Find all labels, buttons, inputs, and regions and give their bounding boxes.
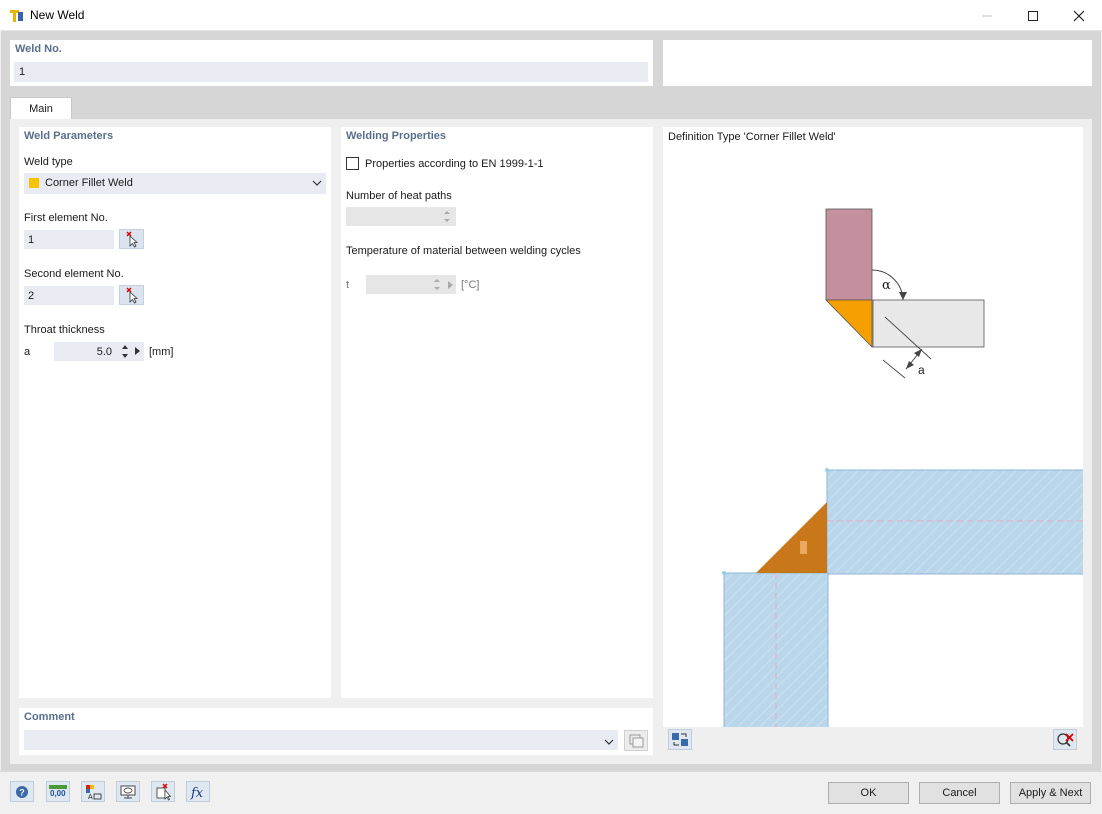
window-title: New Weld <box>30 8 85 22</box>
minimize-button[interactable] <box>964 0 1010 31</box>
comment-label: Comment <box>24 711 75 723</box>
throat-thickness-label: Throat thickness <box>24 324 105 336</box>
weld-no-label: Weld No. <box>15 43 62 55</box>
heat-paths-input[interactable] <box>346 207 456 226</box>
app-icon <box>9 8 25 24</box>
temperature-input[interactable] <box>366 275 456 294</box>
view-button[interactable] <box>116 781 140 802</box>
a-label: a <box>918 363 925 377</box>
units-button[interactable]: 0,00 <box>46 781 70 802</box>
pick-object-button[interactable] <box>151 781 175 802</box>
svg-text:A: A <box>88 794 93 801</box>
formula-button[interactable]: fx <box>186 781 210 802</box>
cancel-button[interactable]: Cancel <box>919 782 1000 804</box>
weld-preview-view[interactable] <box>663 427 1083 727</box>
clear-selection-button[interactable] <box>1053 729 1077 750</box>
refresh-view-icon <box>672 733 688 746</box>
display-properties-button[interactable]: A <box>81 781 105 802</box>
first-element-label: First element No. <box>24 212 108 224</box>
pick-object-icon <box>156 783 172 800</box>
temperature-unit: [°C] <box>461 279 480 291</box>
definition-panel: Definition Type 'Corner Fillet Weld' α a <box>663 127 1083 427</box>
copy-icon <box>629 734 644 748</box>
view-swap-button[interactable] <box>668 729 692 750</box>
chevron-down-icon[interactable] <box>604 737 614 749</box>
pick-first-element-button[interactable] <box>119 229 144 249</box>
weld-no-panel: Weld No. 1 <box>10 40 653 86</box>
spinner-icon <box>432 276 442 296</box>
heat-paths-label: Number of heat paths <box>346 190 452 202</box>
display-properties-icon: A <box>86 784 102 801</box>
alpha-label: α <box>882 278 891 293</box>
throat-thickness-input[interactable]: 5.0 <box>54 342 144 361</box>
copy-comment-button[interactable] <box>624 730 648 751</box>
temperature-symbol: t <box>346 279 350 291</box>
ok-button[interactable]: OK <box>828 782 909 804</box>
spinner-icon <box>442 208 452 228</box>
close-button[interactable] <box>1056 0 1102 31</box>
zoom-clear-icon <box>1057 733 1074 747</box>
svg-text:fx: fx <box>190 786 204 801</box>
weld-parameters-title: Weld Parameters <box>24 130 114 142</box>
en-1999-label: Properties according to EN 1999-1-1 <box>365 158 544 170</box>
weld-no-input[interactable]: 1 <box>14 62 648 82</box>
throat-unit: [mm] <box>149 346 174 358</box>
weld-parameters-panel: Weld Parameters Weld type Corner Fillet … <box>19 127 331 698</box>
maximize-button[interactable] <box>1010 0 1056 31</box>
title-bar: New Weld <box>0 0 1102 31</box>
weld-type-label: Weld type <box>24 156 73 168</box>
help-button[interactable]: ? <box>10 781 34 802</box>
welding-properties-panel: Welding Properties Properties according … <box>341 127 653 698</box>
play-arrow-icon <box>446 280 454 293</box>
monitor-eye-icon <box>120 785 136 798</box>
function-icon: fx <box>190 786 204 801</box>
first-element-input[interactable]: 1 <box>24 230 114 249</box>
second-element-label: Second element No. <box>24 268 124 280</box>
weld-type-select[interactable]: Corner Fillet Weld <box>24 173 326 194</box>
comment-panel: Comment <box>19 708 653 755</box>
comment-input[interactable] <box>24 730 618 750</box>
svg-text:?: ? <box>19 787 25 797</box>
weld-type-value: Corner Fillet Weld <box>45 177 133 189</box>
weld-definition-diagram <box>825 208 985 379</box>
tab-main[interactable]: Main <box>10 97 72 120</box>
units-text: 0,00 <box>50 789 66 798</box>
second-element-input[interactable]: 2 <box>24 286 114 305</box>
en-1999-checkbox[interactable] <box>346 157 359 170</box>
temperature-label: Temperature of material between welding … <box>346 245 581 257</box>
spinner-icon[interactable] <box>120 343 130 360</box>
cursor-pick-icon <box>126 231 139 248</box>
preview-panel <box>663 427 1083 727</box>
chevron-down-icon <box>312 178 322 190</box>
pick-second-element-button[interactable] <box>119 285 144 305</box>
help-icon: ? <box>16 785 28 798</box>
weld-type-color-swatch <box>29 178 39 188</box>
weld-info-panel <box>663 40 1092 86</box>
apply-next-button[interactable]: Apply & Next <box>1010 782 1091 804</box>
welding-properties-title: Welding Properties <box>346 130 447 142</box>
cursor-pick-icon <box>126 287 139 304</box>
play-arrow-icon[interactable] <box>133 346 141 359</box>
throat-symbol: a <box>24 346 31 358</box>
